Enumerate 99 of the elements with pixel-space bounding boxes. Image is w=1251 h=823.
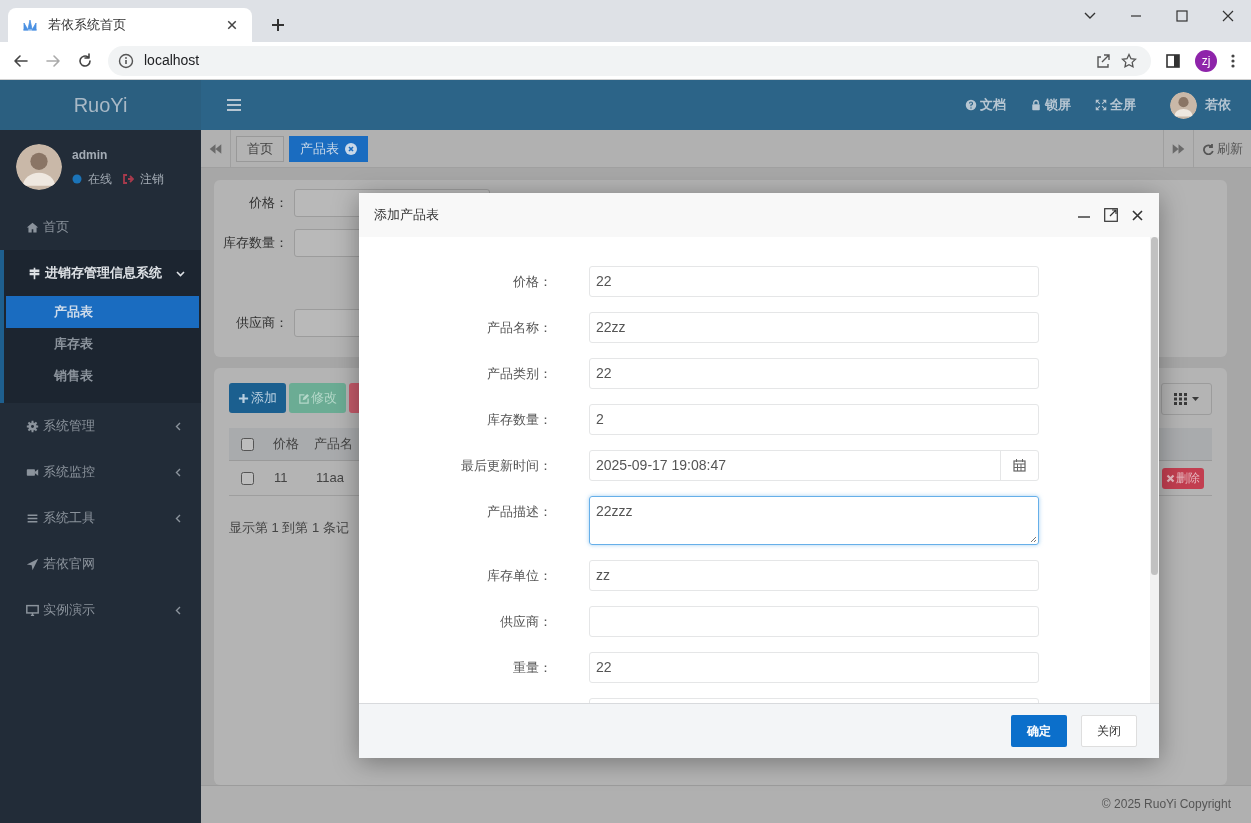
- toolbar-button[interactable]: 添加: [229, 383, 286, 413]
- logo[interactable]: RuoYi: [0, 80, 201, 130]
- table-cell-text: 11aa: [316, 469, 344, 488]
- refresh-icon: [1202, 142, 1214, 155]
- maximize-icon[interactable]: [1104, 208, 1118, 222]
- column-header[interactable]: 价格: [273, 434, 314, 454]
- more-icon[interactable]: [1231, 52, 1235, 69]
- reload-icon[interactable]: [76, 51, 94, 70]
- sidebar-item[interactable]: 系统监控: [0, 449, 201, 495]
- sidebar-item[interactable]: 系统工具: [0, 495, 201, 541]
- field-label: 产品类别：: [487, 365, 552, 381]
- confirm-button[interactable]: 确定: [1011, 715, 1067, 747]
- lotus-icon: [22, 17, 38, 33]
- field-label: 价格：: [248, 194, 288, 213]
- user-name: admin: [72, 147, 109, 164]
- table-cell-text: 11: [274, 469, 289, 488]
- columns-button[interactable]: [1161, 383, 1212, 415]
- monitor-icon: [26, 603, 39, 617]
- sidebar-item[interactable]: 若依官网: [0, 541, 201, 587]
- column-header[interactable]: 产品名: [314, 434, 353, 454]
- status-text: 在线: [88, 171, 112, 188]
- field-label: 产品名称：: [487, 319, 552, 335]
- home-icon: [26, 220, 39, 234]
- sidebar-item[interactable]: 进销存管理信息系统: [4, 250, 201, 296]
- input-field[interactable]: 22zz: [589, 312, 1039, 343]
- fullscreen-icon: [1095, 99, 1107, 111]
- paper-plane-icon: [26, 557, 39, 571]
- close-button[interactable]: 关闭: [1081, 715, 1137, 747]
- caret-icon: [1192, 397, 1199, 401]
- date-field[interactable]: 2025-09-17 19:08:47: [589, 450, 1039, 481]
- chevron-left-icon: [174, 513, 183, 523]
- copyright-text: © 2025 RuoYi Copyright: [1101, 796, 1231, 813]
- input-field[interactable]: 22: [589, 358, 1039, 389]
- close-icon: [1166, 473, 1175, 483]
- field-label: 库存单位：: [487, 567, 552, 583]
- pagination-info: 显示第 1 到第 1 条记: [229, 519, 350, 537]
- info-icon: [118, 52, 134, 69]
- header-link[interactable]: 全屏: [1095, 95, 1136, 115]
- field-label: 最后更新时间：: [461, 457, 552, 473]
- star-icon[interactable]: [1121, 52, 1137, 69]
- resize-handle-icon: [1030, 536, 1037, 543]
- grid-icon: [1174, 393, 1187, 405]
- avatar: [16, 144, 62, 190]
- chevron-down-icon: [176, 268, 185, 278]
- close-icon[interactable]: [226, 19, 238, 31]
- input-field[interactable]: zz: [589, 560, 1039, 591]
- modal-title: 添加产品表: [374, 206, 440, 225]
- page-tab[interactable]: 产品表: [289, 135, 368, 162]
- header-link[interactable]: 锁屏: [1030, 95, 1071, 115]
- menu-icon[interactable]: [227, 99, 241, 111]
- submenu-item[interactable]: 库存表: [6, 328, 201, 360]
- menu-icon: [26, 511, 39, 525]
- input-field[interactable]: 2: [589, 404, 1039, 435]
- checkbox[interactable]: [241, 437, 254, 451]
- calendar-icon[interactable]: [1013, 459, 1026, 472]
- help-icon: [965, 99, 977, 111]
- refresh-button[interactable]: 刷新: [1193, 129, 1251, 168]
- avatar: [1170, 91, 1197, 119]
- settings-icon: [26, 419, 39, 433]
- chevron-left-icon: [174, 467, 183, 477]
- checkbox[interactable]: [241, 471, 254, 485]
- submenu-item[interactable]: 销售表: [6, 360, 201, 392]
- url-text: localhost: [144, 51, 201, 70]
- field-label: 价格：: [513, 273, 552, 289]
- tab-title: 若依系统首页: [48, 16, 127, 35]
- close-icon[interactable]: [1132, 209, 1143, 221]
- field-label: 产品描述：: [487, 504, 552, 519]
- header-link[interactable]: 文档: [965, 95, 1006, 115]
- sidebar-icon[interactable]: [1165, 52, 1181, 69]
- sidebar-item[interactable]: 系统管理: [0, 403, 201, 449]
- sidebar-item[interactable]: 首页: [0, 204, 201, 250]
- profile-button[interactable]: zj: [1195, 49, 1217, 72]
- field-label: 供应商：: [235, 314, 288, 333]
- lock-icon: [1030, 99, 1042, 111]
- edit-icon: [298, 392, 309, 404]
- user-menu[interactable]: 若依: [1205, 95, 1231, 115]
- plus-icon: [238, 392, 249, 404]
- page-tab[interactable]: 首页: [236, 135, 284, 162]
- sidebar-item[interactable]: 实例演示: [0, 587, 201, 633]
- input-field[interactable]: 22: [589, 652, 1039, 683]
- submenu-item[interactable]: 产品表: [6, 296, 199, 328]
- new-tab-icon[interactable]: [270, 17, 286, 33]
- input-field[interactable]: [589, 606, 1039, 637]
- signpost-icon: [28, 266, 41, 280]
- field-label: 库存数量：: [487, 411, 552, 427]
- chevron-left-icon: [174, 605, 183, 615]
- field-label: 供应商：: [500, 613, 552, 629]
- field-label: 重量：: [513, 659, 552, 675]
- address-bar[interactable]: localhost: [108, 45, 1151, 76]
- field-label: 库存数量：: [222, 234, 288, 253]
- share-icon[interactable]: [1095, 52, 1111, 69]
- chevron-left-icon: [174, 421, 183, 431]
- text-area[interactable]: 22zzz: [589, 496, 1039, 545]
- status-dot-icon: [72, 174, 82, 184]
- input-field[interactable]: 22: [589, 266, 1039, 297]
- delete-button[interactable]: 删除: [1162, 467, 1204, 489]
- scrollbar-thumb[interactable]: [1151, 237, 1158, 575]
- logout-link[interactable]: 注销: [140, 170, 164, 188]
- browser-tab[interactable]: 若依系统首页: [8, 8, 252, 42]
